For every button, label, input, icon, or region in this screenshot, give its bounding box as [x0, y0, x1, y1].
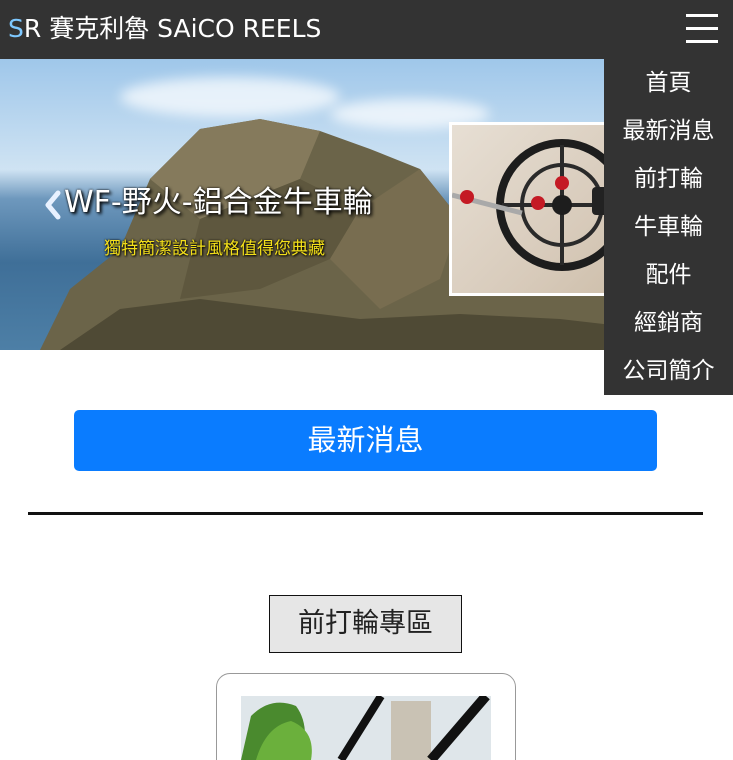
menu-item-wheel-reels[interactable]: 牛車輪: [604, 203, 733, 251]
menu-item-dealers[interactable]: 經銷商: [604, 299, 733, 347]
banner-subtitle: 獨特簡潔設計風格值得您典藏: [104, 239, 325, 259]
brand-initial: S: [8, 14, 24, 43]
menu-item-accessories[interactable]: 配件: [604, 251, 733, 299]
hamburger-line: [686, 27, 718, 30]
menu-item-front-reels[interactable]: 前打輪: [604, 155, 733, 203]
dropdown-menu: 首頁 最新消息 前打輪 牛車輪 配件 經銷商 公司簡介: [604, 59, 733, 395]
menu-item-home[interactable]: 首頁: [604, 59, 733, 107]
banner-title: WF-野火-鋁合金牛車輪: [64, 185, 373, 220]
menu-item-news[interactable]: 最新消息: [604, 107, 733, 155]
product-card-image: [241, 696, 491, 760]
hamburger-line: [686, 40, 718, 43]
brand-name: R 賽克利魯 SAiCO REELS: [23, 14, 322, 43]
hamburger-icon[interactable]: [686, 13, 718, 45]
brand-logo[interactable]: SR 賽克利魯 SAiCO REELS: [8, 12, 321, 46]
menu-item-about[interactable]: 公司簡介: [604, 347, 733, 395]
top-navbar: SR 賽克利魯 SAiCO REELS: [0, 0, 733, 59]
hamburger-line: [686, 14, 718, 17]
latest-news-button[interactable]: 最新消息: [74, 410, 657, 471]
chevron-left-icon[interactable]: [40, 187, 66, 223]
section-divider: [28, 512, 703, 515]
section-label: 前打輪專區: [269, 595, 462, 653]
